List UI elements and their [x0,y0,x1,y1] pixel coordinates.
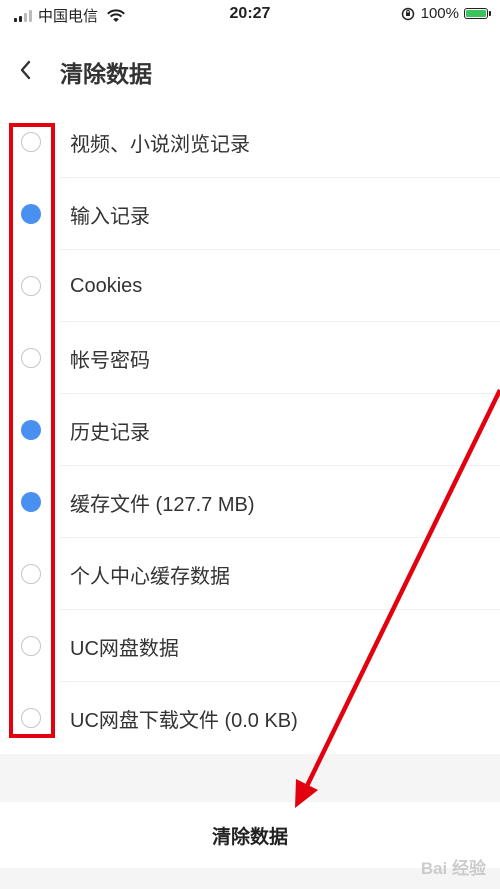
radio-unchecked-icon[interactable] [21,348,41,368]
list-item[interactable]: Cookies [0,250,500,322]
option-label: 历史记录 [70,421,150,444]
radio-checked-icon[interactable] [21,420,41,440]
option-label: 个人中心缓存数据 [70,565,230,588]
list-item[interactable]: 输入记录 [0,178,500,250]
option-label: 输入记录 [70,205,150,228]
battery-icon [464,8,491,19]
watermark: Bai 经验 [420,859,486,878]
page-title: 清除数据 [60,61,152,87]
status-bar: 中国电信 20:27 100% [0,0,500,30]
status-right: 100% [401,5,491,22]
list-item[interactable]: UC网盘下载文件 (0.0 KB) [0,682,500,754]
radio-checked-icon[interactable] [21,204,41,224]
radio-unchecked-icon[interactable] [21,276,41,296]
page-header: 清除数据 [0,30,500,111]
radio-unchecked-icon[interactable] [21,636,41,656]
option-label: Cookies [70,274,143,297]
radio-unchecked-icon[interactable] [21,132,41,152]
list-item[interactable]: UC网盘数据 [0,610,500,682]
back-button[interactable] [10,52,40,88]
option-label: UC网盘数据 [70,637,179,660]
list-item[interactable]: 缓存文件 (127.7 MB) [0,466,500,538]
list-item[interactable]: 帐号密码 [0,322,500,394]
list-item[interactable]: 个人中心缓存数据 [0,538,500,610]
radio-unchecked-icon[interactable] [21,708,41,728]
radio-unchecked-icon[interactable] [21,564,41,584]
chevron-left-icon [20,60,31,80]
list-item[interactable]: 视频、小说浏览记录 [0,106,500,178]
battery-percent: 100% [420,5,459,22]
list-item[interactable]: 历史记录 [0,394,500,466]
option-label: 帐号密码 [70,349,150,372]
option-label: UC网盘下载文件 (0.0 KB) [70,709,298,732]
rotation-lock-icon [401,7,414,20]
option-label: 视频、小说浏览记录 [70,133,250,156]
clear-options-list: 视频、小说浏览记录 输入记录 Cookies 帐号密码历史记录缓存文件 (127.7 … [0,106,500,754]
radio-checked-icon[interactable] [21,492,41,512]
option-label: 缓存文件 (127.7 MB) [70,493,255,516]
